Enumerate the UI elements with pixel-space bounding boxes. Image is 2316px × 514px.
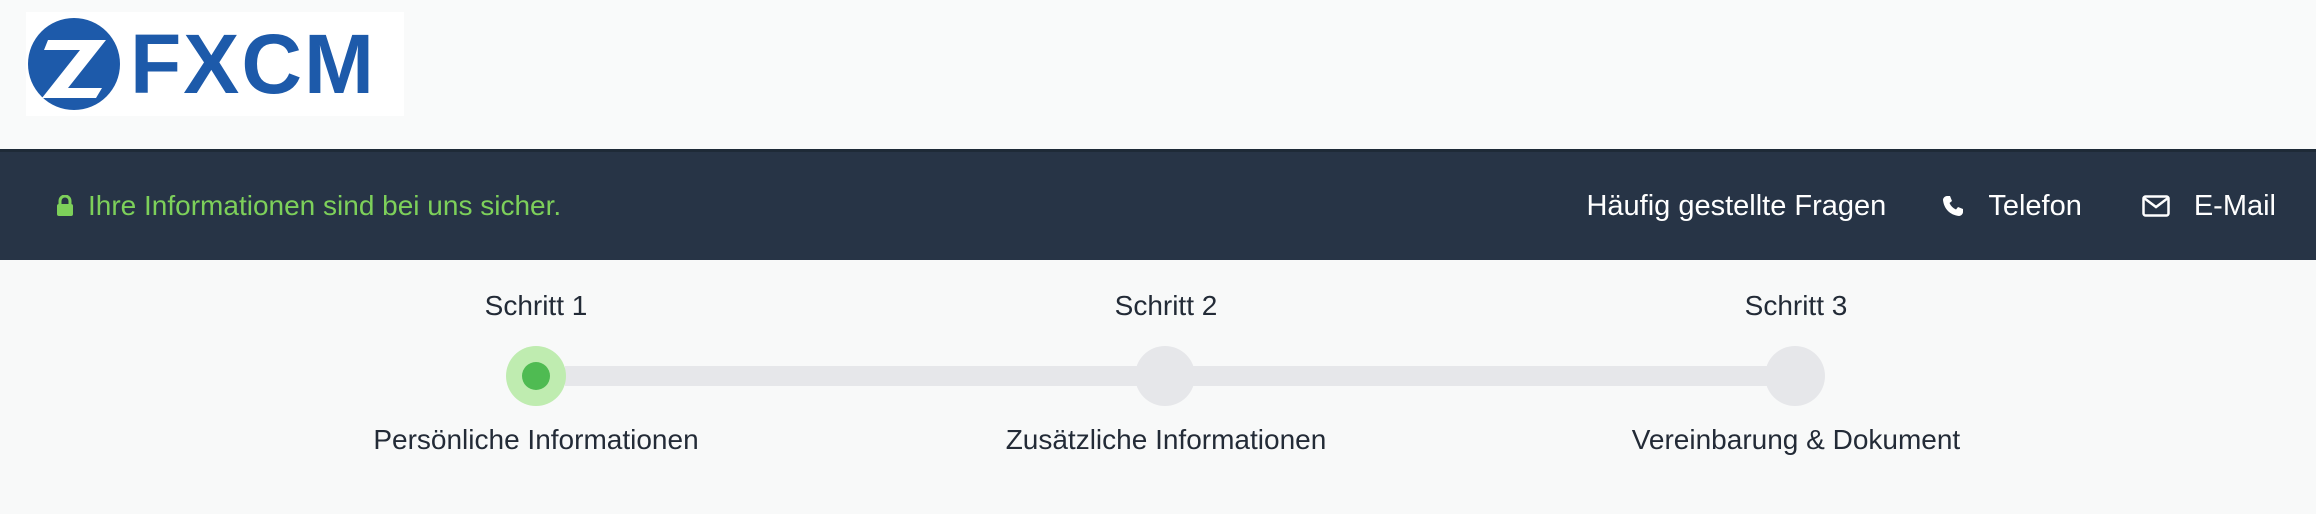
step-title: Schritt 3 [1744,290,1848,321]
secure-text: Ihre Informationen sind bei uns sicher. [88,190,562,221]
faq-link[interactable]: Häufig gestellte Fragen [1586,190,1886,223]
phone-label: Telefon [1988,189,2082,222]
step-indicator-active [506,346,566,406]
logo-wordmark: FXCM [130,17,376,111]
email-label: E-Mail [2193,189,2276,222]
step-label: Persönliche Informationen [373,424,699,455]
step-title: Schritt 2 [1114,290,1218,321]
step-title: Schritt 1 [484,290,588,321]
fxcm-logo-mark-icon [28,18,120,110]
secure-notice: Ihre Informationen sind bei uns sicher. [56,152,561,260]
progress-track-1 [565,366,1165,386]
phone-icon [1942,195,1964,217]
envelope-icon [2142,195,2170,217]
step-indicator [1135,346,1195,406]
page-header: FXCM [0,0,2316,152]
lock-icon [56,195,74,217]
step-indicator [1765,346,1825,406]
step-label: Zusätzliche Informationen [1005,424,1327,455]
contact-nav: Häufig gestellte Fragen Telefon E-Mail [1586,152,2276,260]
fxcm-logo[interactable]: FXCM [26,12,404,116]
step-label: Vereinbarung & Dokument [1631,424,1961,455]
email-link[interactable]: E-Mail [2142,190,2276,223]
phone-link[interactable]: Telefon [1942,190,2082,223]
progress-track-2 [1165,366,1795,386]
info-bar: Ihre Informationen sind bei uns sicher. … [0,152,2316,260]
progress-stepper: Schritt 1 Persönliche Informationen Schr… [0,260,2316,514]
